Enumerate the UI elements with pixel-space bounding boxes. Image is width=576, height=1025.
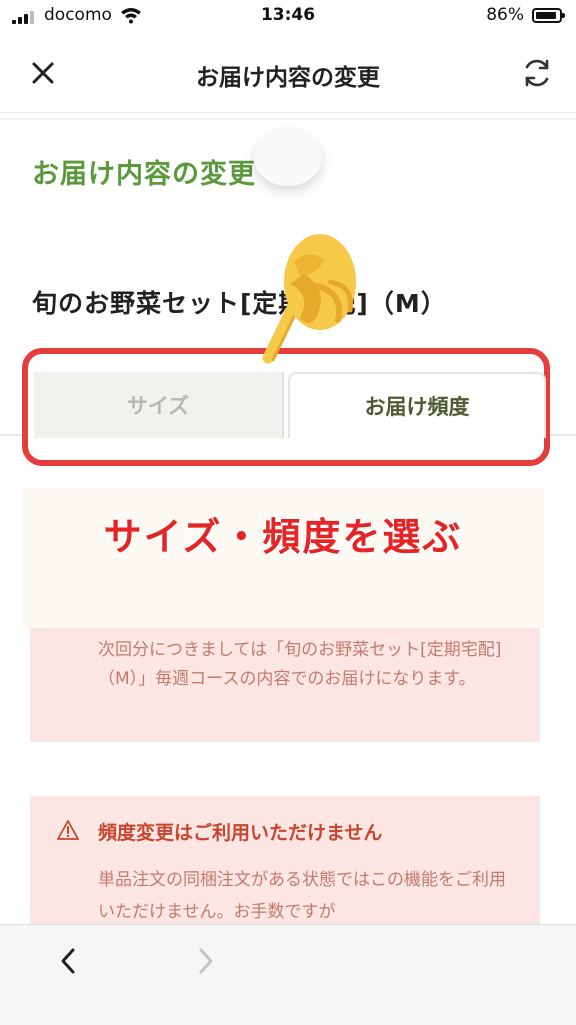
header-divider xyxy=(0,118,576,120)
app-header: お届け内容の変更 xyxy=(0,36,576,113)
warning-notice-title: 頻度変更はご利用いただけません xyxy=(98,822,383,844)
battery-icon xyxy=(532,8,565,23)
forward-arrow-icon xyxy=(199,948,213,974)
back-arrow-icon[interactable] xyxy=(54,946,84,976)
section-title: お届け内容の変更 xyxy=(32,159,256,190)
pointing-hand-icon xyxy=(262,234,356,364)
info-notice-text: 次回分につきましては「旬のお野菜セット[定期宅配]（M）」毎週コースの内容でのお… xyxy=(98,640,502,689)
battery-percent: 86% xyxy=(486,5,524,25)
info-notice: 次回分につきましては「旬のお野菜セット[定期宅配]（M）」毎週コースの内容でのお… xyxy=(30,628,540,742)
product-name: 旬のお野菜セット[定期宅配]（M） xyxy=(32,289,447,318)
overlay-caption: サイズ・頻度を選ぶ xyxy=(103,515,463,559)
tab-size[interactable]: サイズ xyxy=(34,372,284,438)
header-title: お届け内容の変更 xyxy=(196,65,380,91)
refresh-icon[interactable] xyxy=(520,56,554,90)
tab-delivery-frequency[interactable]: お届け頻度 xyxy=(288,372,546,438)
status-bar: docomo 13:46 86% xyxy=(0,0,576,32)
browser-toolbar xyxy=(0,924,576,1025)
touch-indicator xyxy=(254,130,322,186)
warning-notice-body: 単品注文の同梱注文がある状態ではこの機能をご利用いただけません。お手数ですが xyxy=(98,870,506,922)
warning-icon xyxy=(57,820,79,840)
